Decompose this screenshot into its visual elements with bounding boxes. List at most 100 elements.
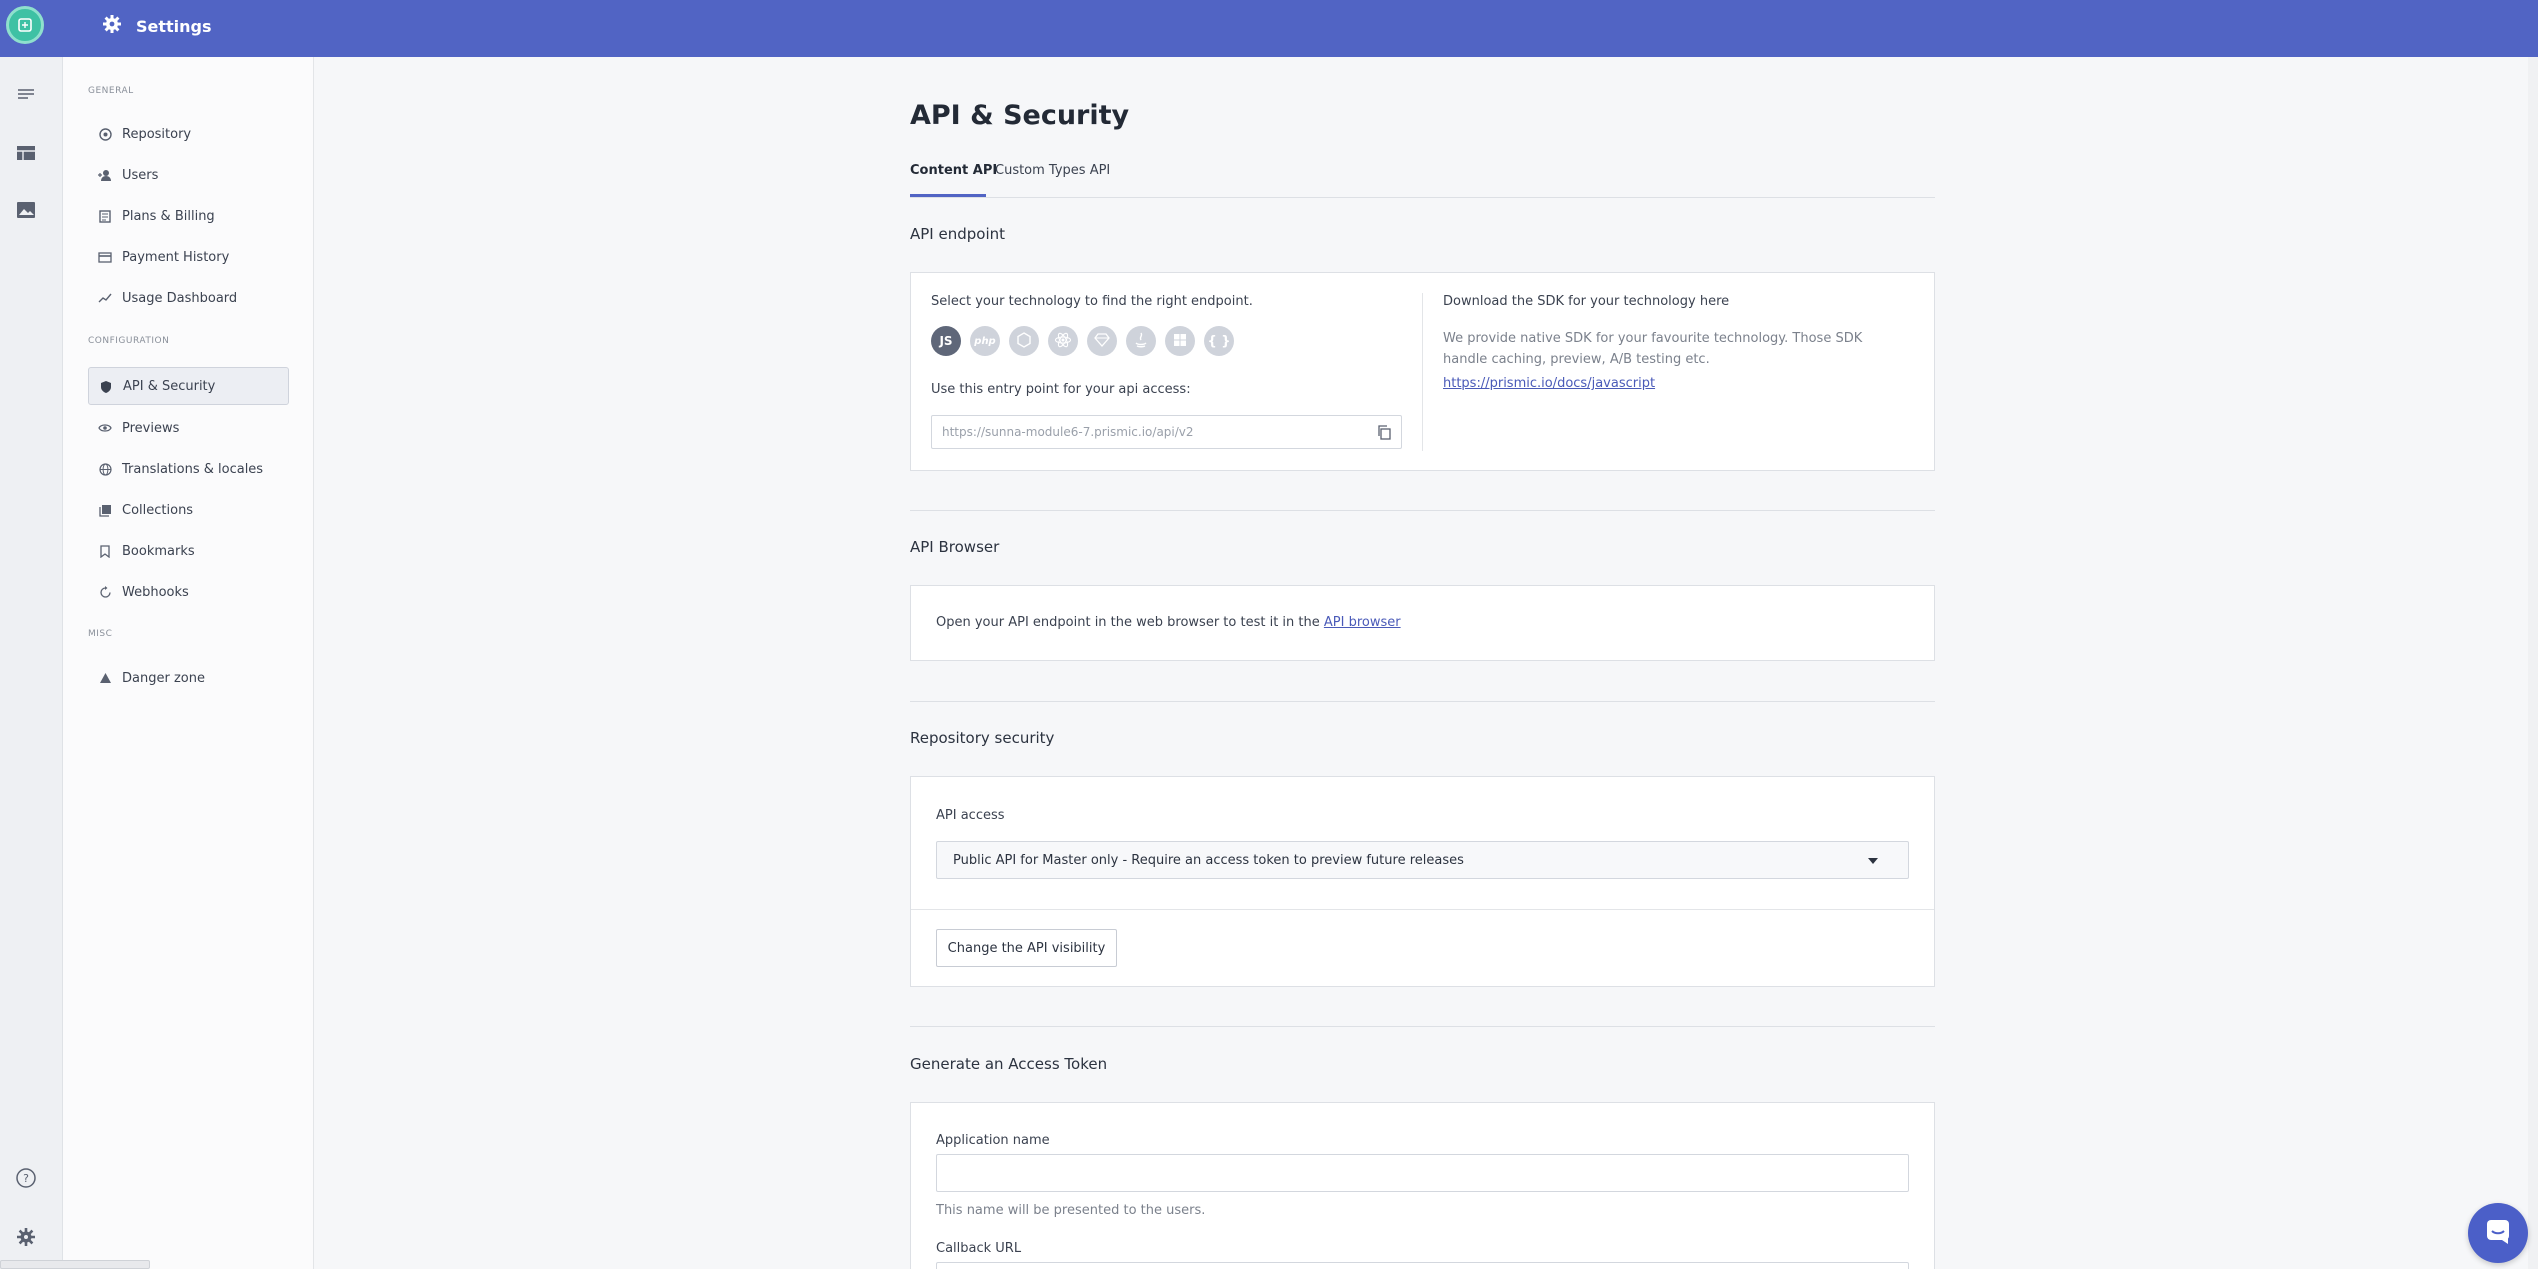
tech-json-button[interactable]: { } — [1204, 326, 1234, 356]
sidebar-item-label: API & Security — [123, 378, 216, 394]
tech-ruby-button[interactable] — [1087, 326, 1117, 356]
shield-icon — [99, 379, 113, 393]
api-access-select[interactable]: Public API for Master only - Require an … — [936, 841, 1909, 879]
svg-text:?: ? — [23, 1172, 29, 1185]
sidebar-item-label: Collections — [122, 502, 194, 518]
menu-lines-icon[interactable] — [14, 83, 38, 107]
warning-icon — [98, 671, 112, 685]
sidebar-item-label: Repository — [122, 126, 192, 142]
globe-icon — [98, 462, 112, 476]
repository-icon — [98, 127, 112, 141]
sidebar-item-plans-billing[interactable]: Plans & Billing — [88, 197, 289, 235]
settings-sidebar: GENERAL Repository Users Plans & Billing… — [63, 57, 314, 1269]
ruby-icon — [1094, 332, 1110, 350]
endpoint-url-field[interactable]: https://sunna-module6-7.prismic.io/api/v… — [931, 415, 1402, 449]
sidebar-item-webhooks[interactable]: Webhooks — [88, 573, 289, 611]
sidebar-item-payment-history[interactable]: Payment History — [88, 238, 289, 276]
api-browser-section-title: API Browser — [910, 538, 1000, 556]
api-browser-link[interactable]: API browser — [1324, 615, 1401, 630]
sidebar-item-bookmarks[interactable]: Bookmarks — [88, 532, 289, 570]
sidebar-item-danger-zone[interactable]: Danger zone — [88, 659, 289, 697]
json-braces-icon: { } — [1207, 333, 1231, 349]
api-access-label: API access — [936, 808, 1005, 823]
sidebar-item-collections[interactable]: Collections — [88, 491, 289, 529]
callback-url-input[interactable] — [936, 1262, 1909, 1269]
chat-support-button[interactable] — [2468, 1203, 2528, 1263]
access-token-section-title: Generate an Access Token — [910, 1055, 1108, 1073]
application-name-hint: This name will be presented to the users… — [936, 1203, 1206, 1218]
sidebar-item-translations-locales[interactable]: Translations & locales — [88, 450, 289, 488]
sidebar-item-usage-dashboard[interactable]: Usage Dashboard — [88, 279, 289, 317]
top-bar: Settings — [0, 0, 2538, 57]
sidebar-item-label: Users — [122, 167, 159, 183]
tab-content-api[interactable]: Content API — [910, 163, 997, 178]
sidebar-item-label: Plans & Billing — [122, 208, 215, 224]
add-user-icon — [98, 168, 112, 182]
application-name-input[interactable] — [936, 1154, 1909, 1192]
page-title: API & Security — [910, 100, 1130, 131]
sidebar-item-users[interactable]: Users — [88, 156, 289, 194]
tab-custom-types-api[interactable]: Custom Types API — [995, 163, 1110, 178]
sdk-title: Download the SDK for your technology her… — [1443, 294, 1730, 309]
caret-down-icon — [1868, 858, 1878, 864]
api-endpoint-section-title: API endpoint — [910, 225, 1006, 243]
copy-icon[interactable] — [1376, 424, 1392, 440]
api-browser-text-line: Open your API endpoint in the web browse… — [936, 615, 1401, 630]
tech-node-button[interactable] — [1009, 326, 1039, 356]
prismic-logo-icon[interactable] — [6, 6, 44, 44]
select-technology-text: Select your technology to find the right… — [931, 294, 1253, 309]
webhook-icon — [98, 585, 112, 599]
section-divider — [910, 510, 1935, 511]
tech-php-button[interactable]: php — [970, 326, 1000, 356]
sidebar-item-repository[interactable]: Repository — [88, 115, 289, 153]
sidebar-item-api-security[interactable]: API & Security — [88, 367, 289, 405]
section-divider — [910, 701, 1935, 702]
tab-bar: Content API Custom Types API — [910, 160, 1935, 198]
entry-point-label: Use this entry point for your api access… — [931, 382, 1191, 397]
change-api-visibility-button[interactable]: Change the API visibility — [936, 929, 1117, 967]
sidebar-item-label: Danger zone — [122, 670, 205, 686]
application-name-label: Application name — [936, 1133, 1050, 1148]
page-scrollbar[interactable] — [2528, 57, 2538, 1269]
eye-icon — [98, 421, 112, 435]
windows-icon — [1173, 333, 1187, 350]
icon-rail: ? — [0, 57, 63, 1269]
credit-card-icon — [98, 250, 112, 264]
status-tooltip — [0, 1260, 150, 1269]
active-tab-indicator — [910, 194, 986, 197]
bookmark-icon — [98, 544, 112, 558]
tech-js-button[interactable]: JS — [931, 326, 961, 356]
api-browser-description: Open your API endpoint in the web browse… — [936, 615, 1320, 630]
endpoint-url-text: https://sunna-module6-7.prismic.io/api/v… — [942, 425, 1194, 439]
sidebar-item-label: Translations & locales — [122, 461, 264, 477]
card-divider — [911, 909, 1934, 910]
sidebar-item-previews[interactable]: Previews — [88, 409, 289, 447]
help-icon[interactable]: ? — [14, 1166, 38, 1190]
repository-security-section-title: Repository security — [910, 729, 1055, 747]
sdk-docs-link[interactable]: https://prismic.io/docs/javascript — [1443, 376, 1655, 391]
tech-windows-button[interactable] — [1165, 326, 1195, 356]
sidebar-section-configuration: CONFIGURATION — [88, 336, 170, 346]
sidebar-item-label: Webhooks — [122, 584, 189, 600]
media-library-icon[interactable] — [14, 198, 38, 222]
custom-types-icon[interactable] — [14, 141, 38, 165]
tech-react-button[interactable] — [1048, 326, 1078, 356]
sdk-description: We provide native SDK for your favourite… — [1443, 331, 1863, 367]
card-divider — [1422, 293, 1423, 451]
sidebar-item-label: Payment History — [122, 249, 230, 265]
tech-java-button[interactable] — [1126, 326, 1156, 356]
collections-icon — [98, 503, 112, 517]
sidebar-item-label: Previews — [122, 420, 180, 436]
callback-url-label: Callback URL — [936, 1241, 1022, 1256]
sidebar-item-label: Bookmarks — [122, 543, 195, 559]
react-icon — [1054, 331, 1072, 352]
java-icon — [1134, 332, 1148, 351]
section-divider — [910, 1026, 1935, 1027]
api-access-selected-value: Public API for Master only - Require an … — [953, 853, 1464, 868]
chat-icon — [2484, 1217, 2512, 1249]
nodejs-icon — [1016, 331, 1032, 351]
chart-line-icon — [98, 291, 112, 305]
settings-gear-icon[interactable] — [14, 1225, 38, 1249]
sidebar-item-label: Usage Dashboard — [122, 290, 238, 306]
page-header-title: Settings — [136, 16, 212, 36]
